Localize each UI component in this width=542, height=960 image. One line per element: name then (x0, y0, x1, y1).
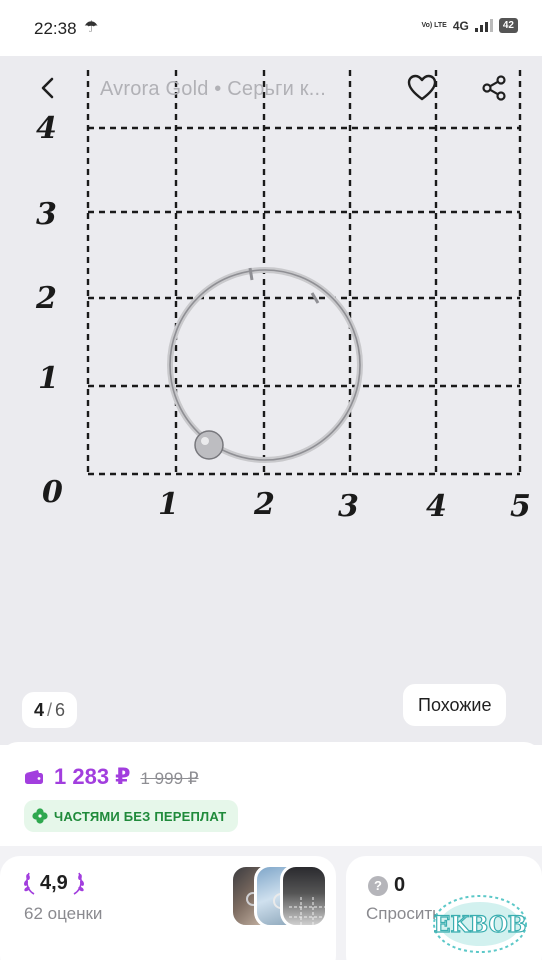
gallery-current: 4 (34, 699, 45, 720)
back-button[interactable] (28, 68, 68, 108)
photo-axis-x-0: 0 (42, 475, 63, 510)
battery-icon: 42 (498, 18, 518, 33)
rating-value: 4,9 (40, 871, 68, 894)
product-gallery[interactable]: 4 3 2 1 0 1 2 3 4 5 (0, 40, 542, 745)
umbrella-icon: ☂ (84, 19, 99, 36)
photo-axis-y-3: 3 (36, 197, 57, 232)
rating-count: 62 оценки (24, 904, 103, 923)
watermark-logo: EKBOB (433, 895, 527, 953)
volte-indicator: Vo) LTE (421, 22, 447, 29)
photo-axis-x-2: 2 (253, 487, 275, 522)
laurel-left-icon (24, 872, 35, 895)
gallery-total: 6 (55, 699, 66, 720)
laurel-right-icon (73, 872, 84, 895)
favorite-button[interactable] (402, 68, 442, 108)
price-row: 1 283 ₽ 1 999 ₽ (24, 764, 199, 790)
gallery-counter: 4 / 6 (22, 692, 78, 728)
review-photo-3[interactable] (280, 864, 328, 928)
top-app-bar: Avrora Gold • Серьги к... (0, 56, 542, 122)
chevron-left-icon (41, 77, 54, 99)
question-icon: ? (368, 876, 388, 896)
questions-count: 0 (394, 874, 406, 896)
installments-label: ЧАСТЯМИ БЕЗ ПЕРЕПЛАТ (54, 808, 227, 824)
status-indicators: Vo) LTE 4G 42 (421, 18, 518, 33)
gallery-separator: / (47, 699, 53, 720)
share-icon (482, 75, 506, 101)
product-photo: 4 3 2 1 0 1 2 3 4 5 (0, 40, 542, 745)
photo-axis-x-4: 4 (426, 489, 447, 524)
wallet-icon (25, 770, 43, 784)
status-time: 22:38 (34, 19, 77, 38)
similar-button[interactable]: Похожие (403, 684, 507, 726)
heart-outline-icon (407, 74, 437, 101)
signal-icon (474, 19, 493, 32)
photo-axis-x-1: 1 (158, 487, 179, 522)
photo-axis-x-3: 3 (338, 489, 359, 524)
price-current: 1 283 ₽ (54, 764, 131, 789)
clover-icon (32, 808, 48, 824)
photo-axis-y-1: 1 (38, 361, 59, 396)
rating-block: 4,9 (22, 870, 86, 896)
price-old: 1 999 ₽ (140, 769, 199, 788)
status-bar: 22:38 ☂ Vo) LTE 4G 42 (0, 0, 542, 56)
watermark-text: EKBOB (434, 912, 527, 938)
network-type: 4G (452, 18, 469, 33)
photo-axis-y-2: 2 (35, 281, 57, 316)
share-button[interactable] (474, 68, 514, 108)
product-title: Avrora Gold • Серьги к... (100, 78, 327, 100)
installments-badge[interactable]: ЧАСТЯМИ БЕЗ ПЕРЕПЛАТ (24, 800, 239, 832)
photo-axis-x-5: 5 (510, 489, 531, 524)
review-photos[interactable] (230, 864, 330, 928)
price-panel: 1 283 ₽ 1 999 ₽ (0, 742, 542, 850)
